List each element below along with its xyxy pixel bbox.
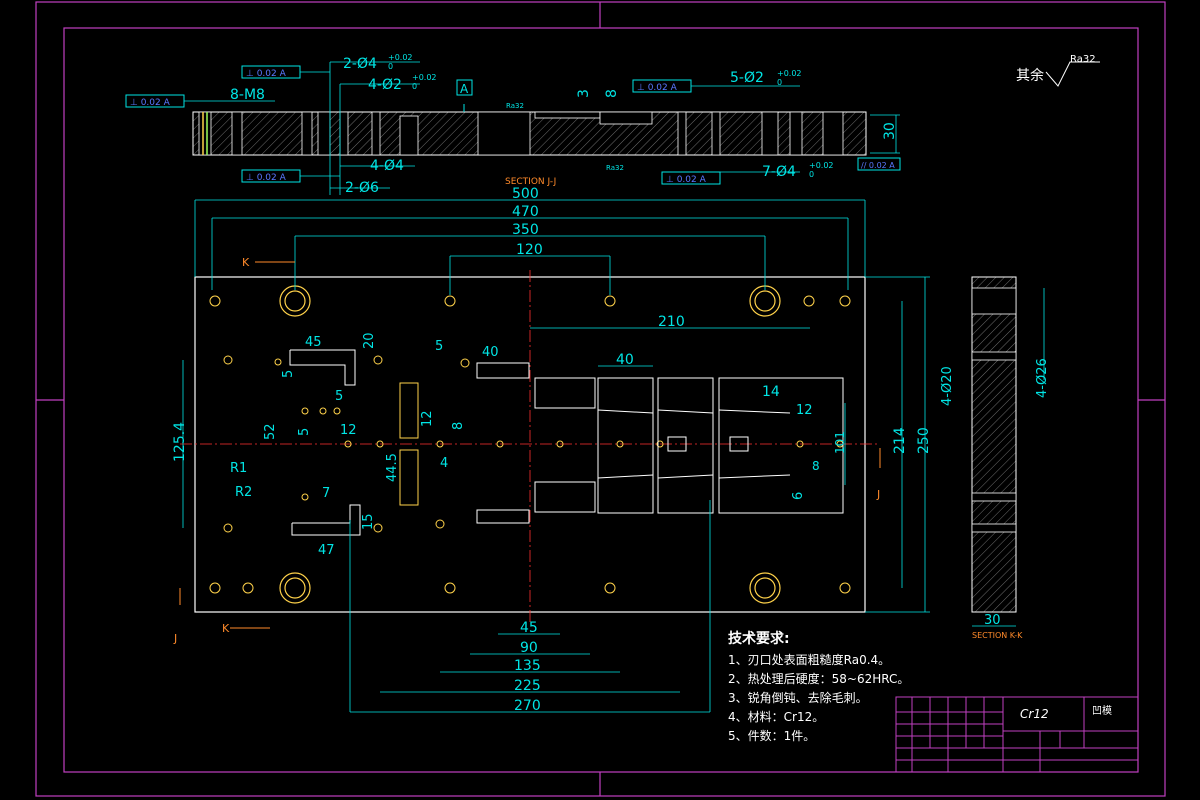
dim-20: 20 [362, 332, 377, 349]
svg-text:⊥ 0.02 A: ⊥ 0.02 A [637, 83, 678, 93]
callout-2-d4: 2-Ø4 [343, 56, 377, 72]
svg-text:// 0.02 A: // 0.02 A [861, 161, 895, 170]
tolerance-frame-top1: ⊥ 0.02 A [241, 65, 301, 79]
dim-8-small: 8 [451, 422, 466, 430]
top-section-view: SECTION J-J ⊥ 0.02 A ⊥ 0.02 A ⊥ 0.02 A ⊥… [125, 53, 901, 196]
dim-250: 250 [916, 427, 932, 454]
cut-j-left: J [173, 632, 177, 645]
dim-500: 500 [512, 186, 539, 202]
dim-3: 3 [576, 89, 592, 98]
title-material: Cr12 [1020, 707, 1049, 721]
dim-225: 225 [514, 678, 541, 694]
ra-symbol-2: Ra32 [606, 164, 624, 172]
tolerance-frame-bottom2: ⊥ 0.02 A [661, 171, 721, 185]
tech-req-5: 5、件数：1件。 [728, 728, 815, 743]
tech-req-1: 1、刃口处表面粗糙度Ra0.4。 [728, 652, 890, 667]
tolerance-frame-parallel: // 0.02 A [857, 157, 901, 171]
svg-text:⊥ 0.02 A: ⊥ 0.02 A [246, 173, 287, 183]
callout-2-d6: 2-Ø6 [345, 180, 379, 196]
dim-125-4: 125.4 [172, 422, 188, 462]
dim-12-b: 12 [420, 410, 435, 427]
dim-r2: R2 [235, 485, 252, 500]
dim-45: 45 [520, 620, 538, 636]
section-kk-label: SECTION K-K [972, 631, 1023, 640]
tech-req-4: 4、材料：Cr12。 [728, 710, 824, 724]
cut-k-bottom: K [222, 622, 230, 635]
tech-req-title: 技术要求: [728, 630, 790, 647]
callout-4-d4: 4-Ø4 [370, 158, 404, 174]
dim-12-a: 12 [340, 423, 357, 438]
dim-47: 47 [318, 543, 335, 558]
dim-thickness-30: 30 [882, 122, 898, 140]
svg-text:⊥ 0.02 A: ⊥ 0.02 A [246, 69, 287, 79]
cavity-outlines [289, 349, 844, 536]
dim-52: 52 [263, 423, 278, 440]
dim-40: 40 [616, 352, 634, 368]
svg-text:+0.02: +0.02 [412, 73, 437, 82]
side-dim-4-d20: 4-Ø20 [940, 366, 955, 406]
dim-7: 7 [322, 486, 330, 501]
tech-req-3: 3、锐角倒钝、去除毛刺。 [728, 690, 868, 705]
svg-text:其余: 其余 [1016, 67, 1044, 84]
dim-5-c: 5 [335, 389, 343, 404]
svg-text:Ra32: Ra32 [1070, 54, 1096, 65]
dim-15: 15 [361, 513, 376, 530]
svg-text:⊥ 0.02 A: ⊥ 0.02 A [666, 175, 707, 185]
dim-8-v: 8 [812, 459, 820, 473]
dim-44-5: 44.5 [385, 453, 400, 482]
ra-symbol-1: Ra32 [506, 102, 524, 110]
dim-101: 101 [833, 431, 847, 454]
side-section-view: 4-Ø20 4-Ø26 30 SECTION K-K [940, 276, 1050, 640]
dim-90: 90 [520, 640, 538, 656]
cut-k-top: K [242, 256, 250, 269]
cad-drawing: SECTION J-J ⊥ 0.02 A ⊥ 0.02 A ⊥ 0.02 A ⊥… [35, 1, 1166, 797]
side-dim-4-d26: 4-Ø26 [1035, 358, 1050, 398]
datum-a: A [456, 79, 473, 96]
tolerance-frame-left: ⊥ 0.02 A [125, 94, 185, 108]
cut-j-right: J [876, 488, 880, 501]
surface-roughness-note: 其余 Ra32 [1016, 54, 1100, 87]
dim-210: 210 [658, 314, 685, 330]
dim-350: 350 [512, 222, 539, 238]
side-dim-30: 30 [984, 613, 1001, 628]
dim-40-small: 40 [482, 345, 499, 360]
dim-8: 8 [604, 89, 620, 98]
svg-text:⊥ 0.02 A: ⊥ 0.02 A [130, 98, 171, 108]
dim-12-c: 12 [796, 403, 813, 418]
svg-text:+0.02: +0.02 [388, 53, 413, 62]
dim-5-a: 5 [281, 370, 296, 378]
svg-text:0: 0 [388, 62, 393, 71]
dim-135: 135 [514, 658, 541, 674]
tolerance-frame-top2: ⊥ 0.02 A [632, 79, 692, 93]
callout-8-m8: 8-M8 [230, 87, 265, 103]
svg-text:0: 0 [412, 82, 417, 91]
dim-14: 14 [762, 384, 780, 400]
callout-7-d4: 7-Ø4 [762, 164, 796, 180]
dim-214: 214 [892, 427, 908, 454]
svg-text:+0.02: +0.02 [809, 161, 834, 170]
svg-text:A: A [460, 82, 469, 96]
dim-5-b: 5 [435, 339, 443, 354]
svg-text:0: 0 [777, 78, 782, 87]
tech-req-2: 2、热处理后硬度：58~62HRC。 [728, 671, 909, 686]
plan-view: 500 470 350 120 210 40 14 45 90 135 225 … [172, 186, 932, 714]
dim-6: 6 [791, 492, 806, 500]
callout-5-d2: 5-Ø2 [730, 70, 764, 86]
dim-5-d: 5 [297, 428, 312, 436]
dim-120: 120 [516, 242, 543, 258]
callout-4-d2: 4-Ø2 [368, 77, 402, 93]
svg-text:+0.02: +0.02 [777, 69, 802, 78]
dim-r1: R1 [230, 461, 247, 476]
dim-4: 4 [440, 456, 448, 471]
technical-requirements: 技术要求: 1、刃口处表面粗糙度Ra0.4。 2、热处理后硬度：58~62HRC… [728, 630, 909, 743]
dim-470: 470 [512, 204, 539, 220]
title-part-name: 凹模 [1092, 705, 1112, 717]
dim-45-small: 45 [305, 335, 322, 350]
tolerance-frame-bottom1: ⊥ 0.02 A [241, 169, 301, 183]
dim-270: 270 [514, 698, 541, 714]
svg-text:0: 0 [809, 170, 814, 179]
